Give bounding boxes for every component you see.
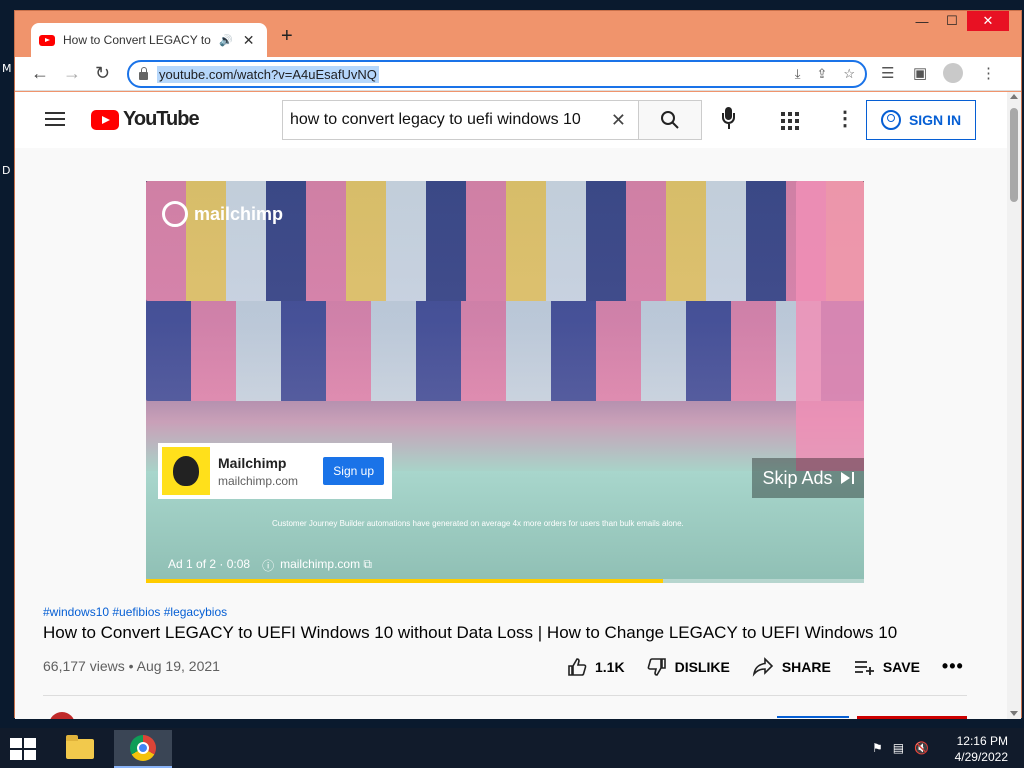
scroll-up-arrow-icon[interactable] <box>1010 94 1018 99</box>
volume-muted-icon[interactable]: 🔇 <box>914 741 929 755</box>
youtube-header: YouTube how to convert legacy to uefi wi… <box>15 92 1009 148</box>
address-bar[interactable]: youtube.com/watch?v=A4uEsafUvNQ ⤓ ⇪ ☆ <box>127 60 867 88</box>
desktop-icon-label: M <box>2 62 12 75</box>
skip-ads-button[interactable]: Skip Ads <box>752 458 864 498</box>
microphone-icon[interactable] <box>721 107 735 131</box>
folder-icon <box>66 735 94 759</box>
thumbs-down-icon <box>647 657 666 676</box>
mailchimp-logo-icon <box>162 201 188 227</box>
ad-advertiser-name: Mailchimp <box>218 454 287 471</box>
playlist-add-icon <box>854 660 874 675</box>
tab-close-icon[interactable]: ✕ <box>243 32 255 49</box>
minimize-button[interactable]: — <box>907 11 937 31</box>
youtube-favicon-icon <box>39 34 55 46</box>
windows-start-icon[interactable] <box>10 738 36 760</box>
save-button[interactable]: SAVE <box>853 657 920 677</box>
settings-more-icon[interactable]: ⋮ <box>835 106 855 131</box>
chrome-icon <box>130 735 156 761</box>
install-icon[interactable]: ⤓ <box>795 66 801 82</box>
url-text[interactable]: youtube.com/watch?v=A4uEsafUvNQ <box>157 65 379 83</box>
search-input[interactable]: how to convert legacy to uefi windows 10… <box>282 100 638 140</box>
side-panel-icon[interactable]: ▣ <box>913 64 927 82</box>
action-center-flag-icon[interactable]: ⚑ <box>872 741 883 755</box>
browser-menu-icon[interactable]: ⋮ <box>981 64 996 82</box>
section-divider <box>43 695 967 696</box>
ad-card[interactable]: Mailchimp mailchimp.com Sign up <box>158 443 392 499</box>
ad-progress-fill <box>146 579 663 583</box>
lock-icon[interactable] <box>139 67 148 80</box>
bookmark-star-icon[interactable]: ☆ <box>843 66 855 82</box>
network-icon[interactable]: ▤ <box>893 741 904 755</box>
mailchimp-watermark: mailchimp <box>162 201 283 227</box>
skip-next-icon <box>840 472 854 484</box>
speaker-icon[interactable]: 🔊 <box>219 34 233 47</box>
apps-grid-icon[interactable] <box>781 112 799 130</box>
video-hashtags[interactable]: #windows10 #uefibios #legacybios <box>43 605 227 619</box>
scroll-down-arrow-icon[interactable] <box>1010 711 1018 716</box>
new-tab-button[interactable]: + <box>281 25 293 48</box>
media-control-icon[interactable]: ☰ <box>881 64 894 82</box>
browser-tab[interactable]: How to Convert LEGACY to UEFI Windows 10… <box>31 23 267 57</box>
video-views-date: 66,177 views • Aug 19, 2021 <box>43 658 220 674</box>
reload-icon[interactable]: ↻ <box>95 63 110 84</box>
back-arrow-icon[interactable]: ← <box>31 63 49 84</box>
scrollbar-thumb[interactable] <box>1010 108 1018 202</box>
video-title: How to Convert LEGACY to UEFI Windows 10… <box>43 623 898 642</box>
forward-arrow-icon[interactable]: → <box>63 63 81 84</box>
mailchimp-freddie-icon <box>162 447 210 495</box>
ad-caption: Customer Journey Builder automations hav… <box>272 519 684 528</box>
subscribe-button-edge[interactable] <box>857 716 967 719</box>
channel-avatar[interactable] <box>49 712 75 719</box>
ad-progress-bar[interactable] <box>146 579 864 583</box>
sign-in-button[interactable]: SIGN IN <box>866 100 976 140</box>
clock-time: 12:16 PM <box>956 734 1008 748</box>
youtube-page: YouTube how to convert legacy to uefi wi… <box>15 92 1009 719</box>
windows-taskbar: ⚑ ▤ 🔇 12:16 PM 4/29/2022 <box>0 728 1024 768</box>
ad-status-bar: Ad 1 of 2 · 0:08 ⓘ mailchimp.com ⧉ <box>168 557 372 574</box>
youtube-logo[interactable]: YouTube <box>91 108 200 131</box>
tab-title: How to Convert LEGACY to UEFI Windows 10 <box>63 33 213 47</box>
browser-toolbar: ← → ↻ youtube.com/watch?v=A4uEsafUvNQ ⤓ … <box>15 57 1021 91</box>
ad-sign-up-button[interactable]: Sign up <box>323 457 384 485</box>
share-button[interactable]: SHARE <box>752 656 831 677</box>
ad-info-icon[interactable]: ⓘ <box>262 557 274 574</box>
video-actions: 1.1K DISLIKE SHARE SAVE ••• <box>567 656 964 677</box>
clear-search-icon[interactable]: ✕ <box>611 110 626 131</box>
close-window-button[interactable]: ✕ <box>967 11 1009 31</box>
taskbar-clock[interactable]: 12:16 PM 4/29/2022 <box>955 733 1008 765</box>
system-tray: ⚑ ▤ 🔇 <box>872 741 929 755</box>
desktop-icon-label: D <box>2 164 11 177</box>
more-actions-icon[interactable]: ••• <box>942 656 964 677</box>
share-icon[interactable]: ⇪ <box>816 66 827 82</box>
title-bar: How to Convert LEGACY to UEFI Windows 10… <box>15 11 1021 57</box>
clock-date: 4/29/2022 <box>954 750 1008 764</box>
page-scrollbar[interactable] <box>1007 92 1021 719</box>
search-icon <box>661 111 679 129</box>
youtube-play-logo-icon <box>91 109 119 130</box>
ad-counter: Ad 1 of 2 · 0:08 <box>168 557 251 571</box>
ad-domain: mailchimp.com <box>218 473 299 488</box>
share-arrow-icon <box>752 656 773 677</box>
hamburger-menu-icon[interactable] <box>45 112 65 126</box>
profile-avatar[interactable] <box>943 63 963 87</box>
join-button-edge[interactable] <box>777 716 849 719</box>
browser-window: How to Convert LEGACY to UEFI Windows 10… <box>14 10 1022 719</box>
video-player[interactable]: mailchimp Mailchimp mailchimp.com Sign u… <box>146 181 864 583</box>
maximize-button[interactable]: ☐ <box>937 11 967 31</box>
like-button[interactable]: 1.1K <box>567 657 625 677</box>
chrome-taskbar-button[interactable] <box>114 730 172 768</box>
file-explorer-button[interactable] <box>60 732 100 766</box>
dislike-button[interactable]: DISLIKE <box>647 657 730 677</box>
ad-link[interactable]: mailchimp.com ⧉ <box>280 557 372 574</box>
search-button[interactable] <box>638 100 702 140</box>
user-circle-icon <box>880 110 901 130</box>
thumbs-up-icon <box>568 657 587 676</box>
